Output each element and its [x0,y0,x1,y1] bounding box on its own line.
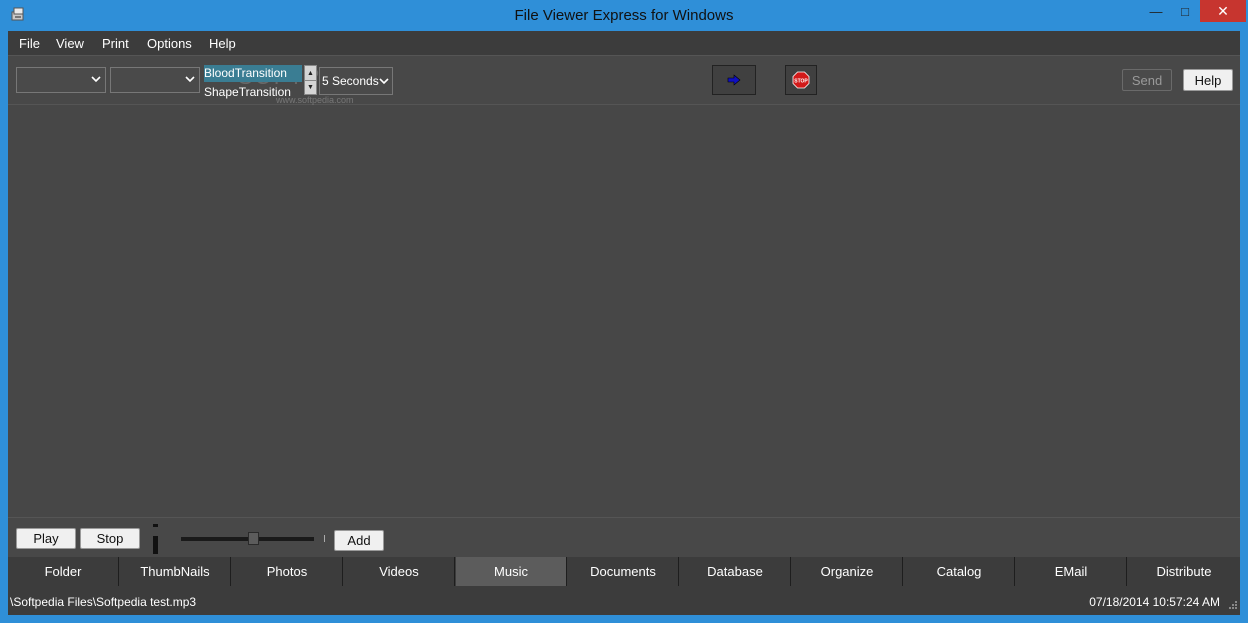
toolbar: SOFTPEDIA www.softpedia.com BloodTransit… [8,56,1240,105]
window-title: File Viewer Express for Windows [514,7,734,24]
tab-thumbnails[interactable]: ThumbNails [120,557,231,586]
tab-email[interactable]: EMail [1016,557,1127,586]
stop-sign-icon: STOP [792,71,810,89]
add-button[interactable]: Add [334,530,384,551]
app-window: File Viewer Express for Windows — □ ✕ Fi… [0,0,1248,623]
volume-indicator [153,524,159,556]
menu-bar: File View Print Options Help [8,31,1240,56]
send-button[interactable]: Send [1122,69,1172,91]
stop-slideshow-button[interactable]: STOP [785,65,817,95]
spin-up-icon[interactable]: ▲ [305,66,316,81]
interval-combo-value: 5 Seconds [322,74,379,88]
transition-item[interactable]: ShapeTransition [204,84,291,101]
transition-list[interactable]: BloodTransition ShapeTransition [204,65,302,101]
filter-combo[interactable] [110,67,200,93]
tab-photos[interactable]: Photos [232,557,343,586]
chevron-down-icon [185,76,195,83]
menu-options[interactable]: Options [147,36,192,51]
title-bar[interactable]: File Viewer Express for Windows — □ ✕ [0,0,1248,31]
stop-sign-text: STOP [794,79,808,85]
status-bar: \Softpedia Files\Softpedia test.mp3 07/1… [8,586,1240,615]
source-combo[interactable] [16,67,106,93]
tab-distribute[interactable]: Distribute [1128,557,1240,586]
help-button[interactable]: Help [1183,69,1233,91]
spin-down-icon[interactable]: ▼ [305,80,316,94]
menu-help[interactable]: Help [209,36,236,51]
tab-database[interactable]: Database [680,557,791,586]
menu-print[interactable]: Print [102,36,129,51]
menu-view[interactable]: View [56,36,84,51]
resize-grip-icon[interactable] [1228,600,1238,610]
tab-organize[interactable]: Organize [792,557,903,586]
tab-catalog[interactable]: Catalog [904,557,1015,586]
seek-slider-thumb[interactable] [248,532,259,545]
close-button[interactable]: ✕ [1200,0,1246,22]
seek-slider-end [324,535,325,542]
maximize-button[interactable]: □ [1171,0,1199,22]
interval-combo[interactable]: 5 Seconds [319,67,393,95]
tab-bar: Folder ThumbNails Photos Videos Music Do… [8,557,1240,586]
viewer-area[interactable] [8,105,1240,517]
transition-spinner[interactable]: ▲ ▼ [304,65,317,95]
status-file-path: \Softpedia Files\Softpedia test.mp3 [10,595,197,609]
tab-folder[interactable]: Folder [8,557,119,586]
stop-button[interactable]: Stop [80,528,140,549]
chevron-down-icon [91,76,101,83]
play-button[interactable]: Play [16,528,76,549]
status-datetime: 07/18/2014 10:57:24 AM [1089,595,1220,609]
tab-music[interactable]: Music [456,557,567,586]
go-button[interactable] [712,65,756,95]
tab-documents[interactable]: Documents [568,557,679,586]
transition-item-selected[interactable]: BloodTransition [204,65,302,82]
chevron-down-icon [379,78,389,85]
minimize-button[interactable]: — [1142,0,1170,22]
playback-controls: Play Stop Add [8,517,1240,558]
client-area: File View Print Options Help SOFTPEDIA w… [8,31,1240,615]
menu-file[interactable]: File [19,36,40,51]
tab-videos[interactable]: Videos [344,557,455,586]
right-arrow-icon [727,74,741,86]
